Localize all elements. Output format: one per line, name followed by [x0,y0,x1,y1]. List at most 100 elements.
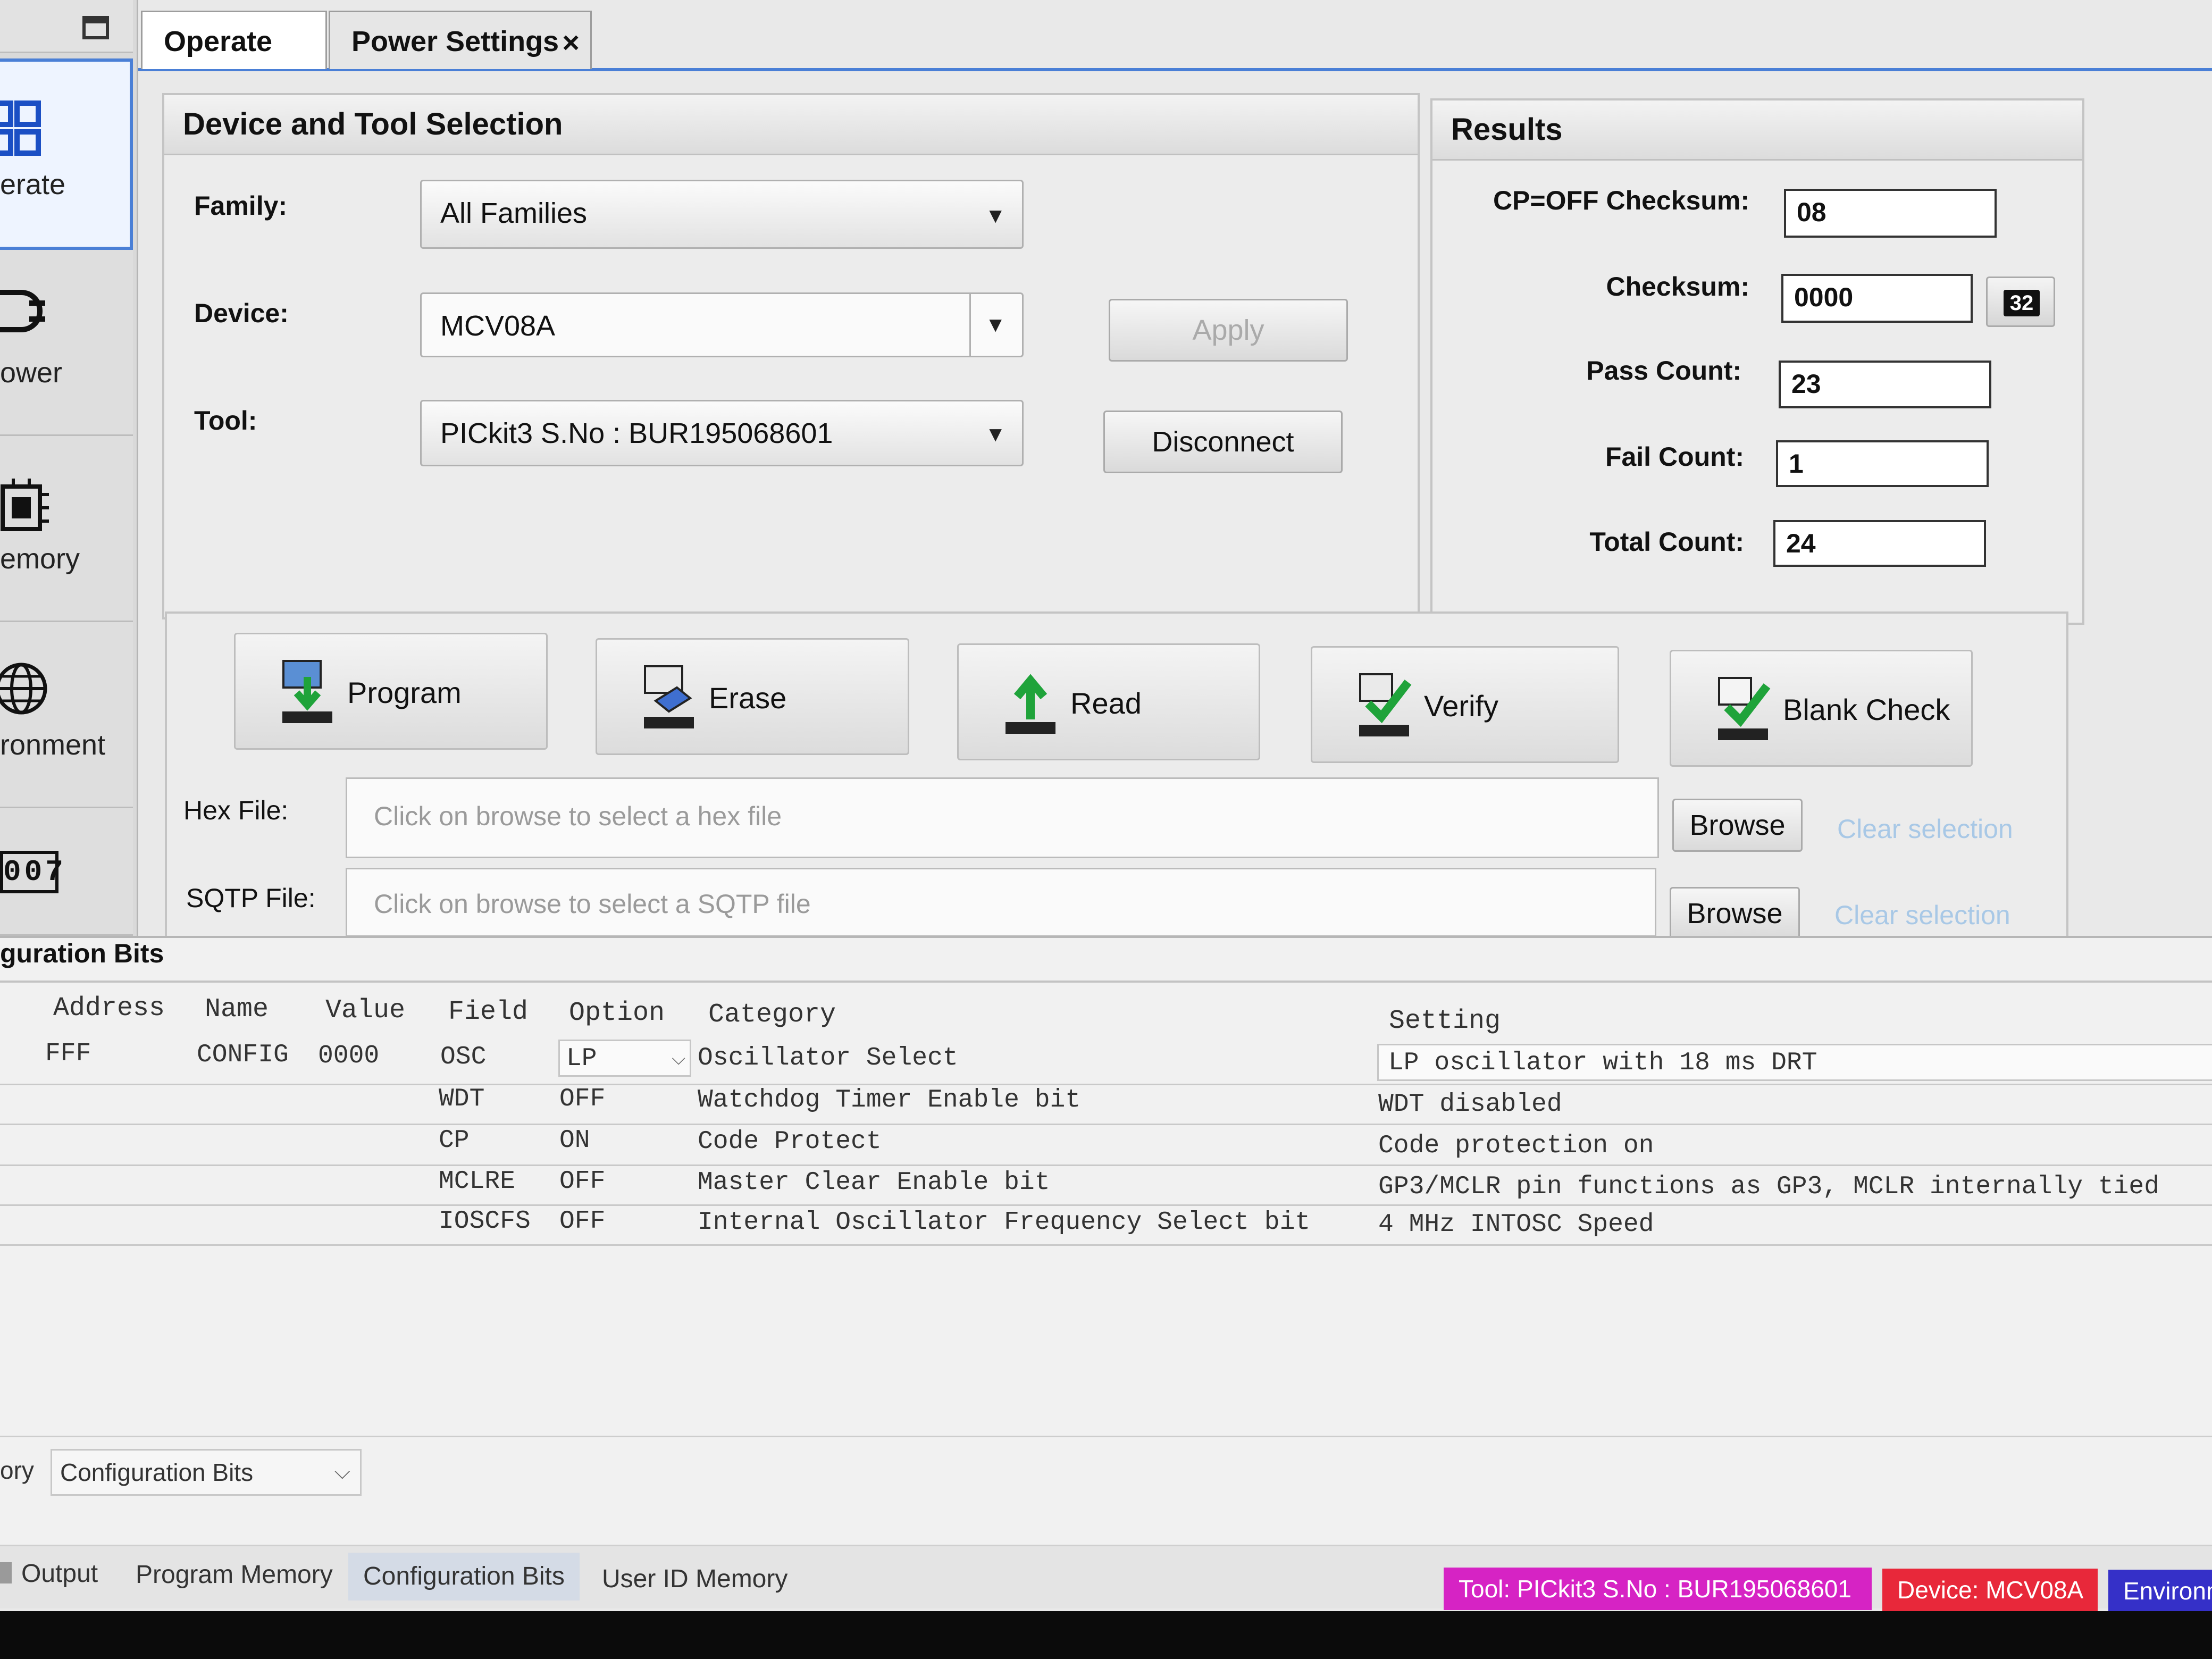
chevron-down-icon: ⌵ [672,1049,685,1069]
option-value: LP [566,1044,597,1073]
program-button[interactable]: Program [234,633,548,750]
read-label: Read [1070,686,1142,720]
cp-off-checksum-label: CP=OFF Checksum: [1493,186,1749,215]
chevron-down-icon: ▼ [985,313,1006,337]
memory-selector-dropdown[interactable]: Configuration Bits ⌵ [51,1449,362,1496]
col-header-option: Option [569,998,665,1028]
table-row[interactable]: FFF CONFIG 0000 OSC LP ⌵ Oscillator Sele… [0,1040,2212,1081]
cell-setting: Code protection on [1378,1132,1654,1160]
nav-label: ower [0,357,63,389]
fail-count-field: 1 [1776,440,1989,487]
output-tab-icon [0,1562,12,1583]
apply-button[interactable]: Apply [1109,299,1348,362]
config-table: Address Name Value Field Option Category… [0,989,2212,1266]
erase-button[interactable]: Erase [596,638,909,755]
tab-configuration-bits[interactable]: Configuration Bits [348,1553,580,1601]
chip-icon [1,479,49,531]
memory-selector-divider [0,1436,2212,1437]
hex-clear-selection-link[interactable]: Clear selection [1837,814,2013,844]
panel-title: Device and Tool Selection [164,95,1418,155]
col-header-address: Address [53,993,165,1024]
dropdown-divider [969,294,971,356]
tab-power-settings[interactable]: Power Settings × [329,11,592,69]
row-divider [0,1244,2212,1246]
table-row[interactable]: WDT OFF Watchdog Timer Enable bit WDT di… [0,1085,2212,1125]
nav-item-power[interactable]: ower [0,250,133,436]
device-dropdown[interactable]: MCV08A ▼ [420,292,1024,357]
checksum-field: 0000 [1781,274,1973,323]
tab-program-memory[interactable]: Program Memory [136,1551,333,1599]
status-tool-badge: Tool: PICkit3 S.No : BUR195068601 [1444,1568,1872,1610]
pass-count-label: Pass Count: [1586,356,1741,386]
memory-selector-label: ory [0,1456,34,1484]
sqtp-file-input[interactable]: Click on browse to select a SQTP file [346,868,1656,937]
nav-item-counter[interactable]: 007 [0,808,133,936]
cell-value: 0000 [318,1042,380,1070]
config-title: guration Bits [0,939,164,968]
cell-address: FFF [45,1040,91,1068]
col-header-field: Field [448,997,529,1027]
chevron-down-icon: ⌵ [334,1460,350,1484]
cell-category: Internal Oscillator Frequency Select bit [698,1208,1311,1237]
save-icon[interactable] [82,16,109,39]
tab-user-id-memory[interactable]: User ID Memory [602,1555,787,1603]
sqtp-clear-selection-link[interactable]: Clear selection [1834,900,2010,931]
tab-output[interactable]: Output [21,1550,98,1598]
grid-icon [0,100,41,156]
table-row[interactable]: MCLRE OFF Master Clear Enable bit GP3/MC… [0,1167,2212,1207]
cell-field: IOSCFS [439,1207,531,1236]
device-label: Device: [194,298,289,328]
cell-category: Code Protect [698,1127,882,1156]
cell-setting: WDT disabled [1378,1090,1562,1119]
blank-check-button[interactable]: Blank Check [1670,650,1973,767]
tool-value: PICkit3 S.No : BUR195068601 [440,417,833,449]
verify-button[interactable]: Verify [1311,646,1619,763]
left-nav: erate ower emory ronment 007 [0,0,138,936]
power-plug-icon [0,290,45,332]
read-button[interactable]: Read [957,643,1260,760]
family-dropdown[interactable]: All Families ▼ [420,180,1024,249]
total-count-field: 24 [1773,520,1986,567]
program-label: Program [347,676,462,709]
family-value: All Families [440,197,588,229]
hex-file-input[interactable]: Click on browse to select a hex file [346,777,1659,858]
blank-check-label: Blank Check [1783,693,1950,726]
checksum-label: Checksum: [1606,272,1749,301]
disconnect-button[interactable]: Disconnect [1103,410,1343,473]
nav-item-environment[interactable]: ronment [0,622,133,808]
status-device-badge: Device: MCV08A [1882,1569,2098,1611]
row-divider [0,1124,2212,1125]
config-title-divider [0,981,2212,983]
nav-item-memory[interactable]: emory [0,436,133,622]
option-dropdown[interactable]: LP ⌵ [558,1040,691,1077]
nav-item-operate[interactable]: erate [0,58,133,250]
cell-category: Master Clear Enable bit [698,1168,1050,1197]
status-environment-badge: Environm [2108,1570,2212,1612]
cell-field: MCLRE [439,1167,516,1196]
setting-dropdown[interactable]: LP oscillator with 18 ms DRT [1377,1044,2212,1081]
verify-label: Verify [1424,689,1499,723]
close-icon[interactable]: × [562,13,580,72]
total-count-label: Total Count: [1589,527,1744,557]
tool-dropdown[interactable]: PICkit3 S.No : BUR195068601 ▼ [420,400,1024,466]
globe-icon [0,663,47,715]
tab-label: Power Settings [351,26,559,57]
table-row[interactable]: CP ON Code Protect Code protection on [0,1126,2212,1166]
cell-name: CONFIG [197,1041,289,1069]
table-row[interactable]: IOSCFS OFF Internal Oscillator Frequency… [0,1207,2212,1247]
screen-bezel [0,1611,2212,1659]
cell-option: ON [559,1126,590,1155]
setting-value: LP oscillator with 18 ms DRT [1388,1049,1817,1077]
cell-category: Watchdog Timer Enable bit [698,1086,1081,1115]
tab-operate[interactable]: Operate [141,11,327,69]
nav-label: emory [0,543,80,575]
sqtp-file-label: SQTP File: [186,883,316,913]
hex-browse-button[interactable]: Browse [1672,799,1803,852]
cell-option: OFF [559,1167,606,1196]
counter-icon: 007 [0,851,63,893]
cell-field: CP [439,1126,470,1155]
erase-label: Erase [709,681,787,715]
checksum-bits-button[interactable]: 32 [1986,276,2055,327]
sqtp-browse-button[interactable]: Browse [1670,887,1800,940]
verify-icon [1359,673,1412,736]
